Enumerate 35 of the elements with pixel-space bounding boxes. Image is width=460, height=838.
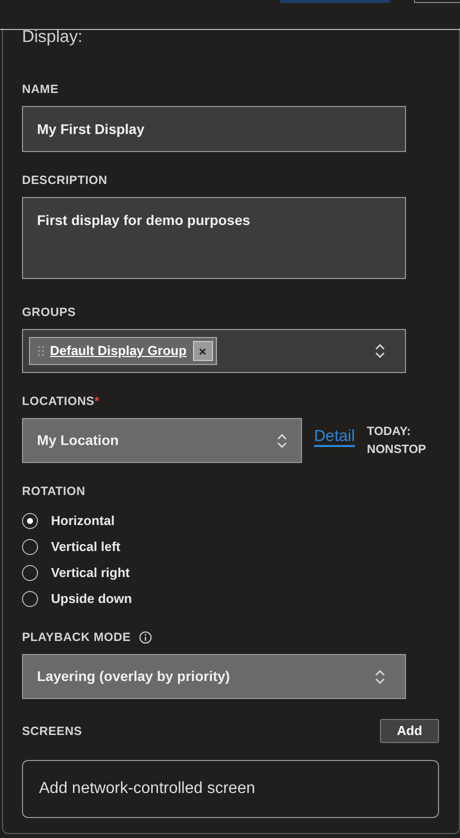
button[interactable] <box>414 0 460 3</box>
radio-button[interactable] <box>22 513 38 529</box>
playback-mode-select[interactable]: Layering (overlay by priority) <box>22 654 406 699</box>
schedule-text: TODAY: NONSTOP <box>366 423 426 458</box>
field-label: PLAYBACK MODE <box>22 629 131 646</box>
detail-link[interactable]: Detail <box>314 428 355 448</box>
required-mark: * <box>94 394 100 408</box>
add-screen-box[interactable]: Add network-controlled screen <box>22 760 439 818</box>
radio-label[interactable]: Upside down <box>51 589 132 609</box>
radio-label[interactable]: Horizontal <box>51 511 115 531</box>
group-link[interactable]: Default Display Group <box>50 341 187 361</box>
drag-handle-icon[interactable] <box>38 346 44 356</box>
add-button[interactable]: Add <box>380 719 439 743</box>
panel-title: Display: <box>22 28 84 44</box>
radio-label[interactable]: Vertical left <box>51 537 120 557</box>
description-field[interactable]: First display for demo purposes <box>22 197 406 279</box>
location-select[interactable]: My Location <box>22 418 302 463</box>
radio-label[interactable]: Vertical right <box>51 563 130 583</box>
name-field[interactable]: My First Display <box>22 106 406 152</box>
field-label: ROTATION <box>22 483 86 500</box>
groups-select[interactable]: Default Display Group × <box>22 329 406 373</box>
field-label: NAME <box>22 81 60 98</box>
remove-button[interactable]: × <box>192 341 213 361</box>
radio-button[interactable] <box>22 591 38 607</box>
field-label: SCREENS <box>22 723 82 740</box>
field-label: GROUPS <box>22 304 77 321</box>
radio-button[interactable] <box>22 539 38 555</box>
chevron-icon <box>375 343 385 359</box>
field-label: LOCATIONS <box>22 394 94 408</box>
info-icon[interactable] <box>138 630 152 644</box>
chevron-icon <box>375 668 385 684</box>
chevron-icon <box>277 432 287 448</box>
field-label: DESCRIPTION <box>22 172 108 189</box>
radio-button[interactable] <box>22 565 38 581</box>
group-tag[interactable]: Default Display Group × <box>29 337 217 365</box>
